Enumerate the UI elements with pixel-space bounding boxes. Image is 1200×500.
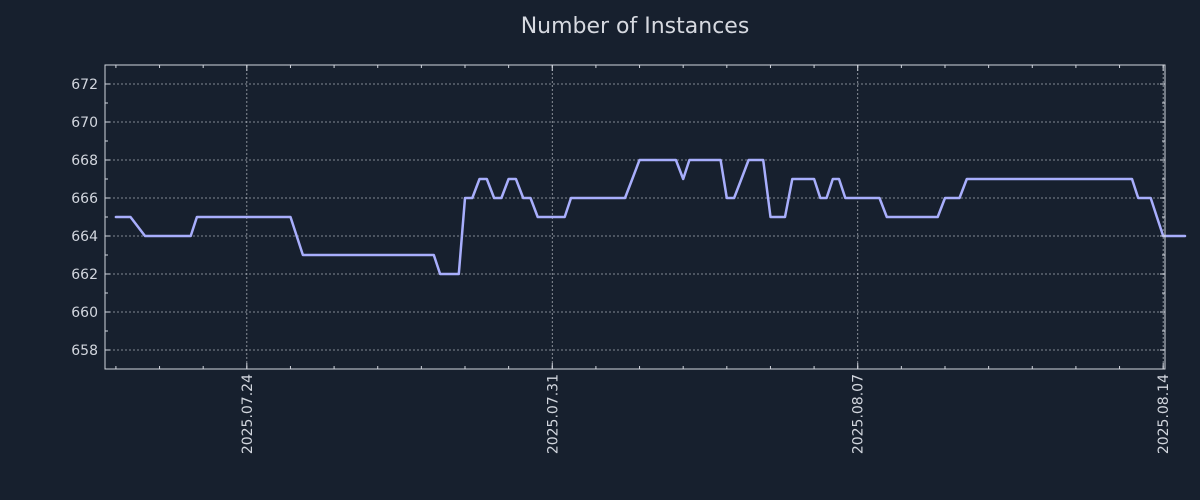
y-tick-label: 662: [71, 267, 98, 283]
y-tick-label: 660: [71, 305, 98, 321]
y-tick-label: 670: [71, 115, 98, 131]
x-tick-label: 2025.08.07: [851, 374, 867, 454]
line-chart: 658 660 662 664 666 668 670 672 2025.07.24 2025.0…: [71, 64, 1187, 454]
axis-layer: 658 660 662 664 666 668 670 672 2025.07.24 2025.0…: [71, 64, 1172, 454]
y-tick-label: 664: [71, 229, 98, 245]
y-tick-label: 668: [71, 153, 98, 169]
y-tick-label: 658: [71, 343, 98, 359]
y-tick-label: 666: [71, 191, 98, 207]
x-tick-label: 2025.08.14: [1156, 374, 1172, 454]
y-tick-label: 672: [71, 77, 98, 93]
series-line: [114, 158, 1187, 276]
chart-root: Number of Instances 658 660 662 664 666 668 67…: [0, 0, 1200, 500]
x-tick-label: 2025.07.24: [240, 374, 256, 454]
x-tick-label: 2025.07.31: [545, 374, 561, 454]
line-layer: [114, 158, 1187, 276]
